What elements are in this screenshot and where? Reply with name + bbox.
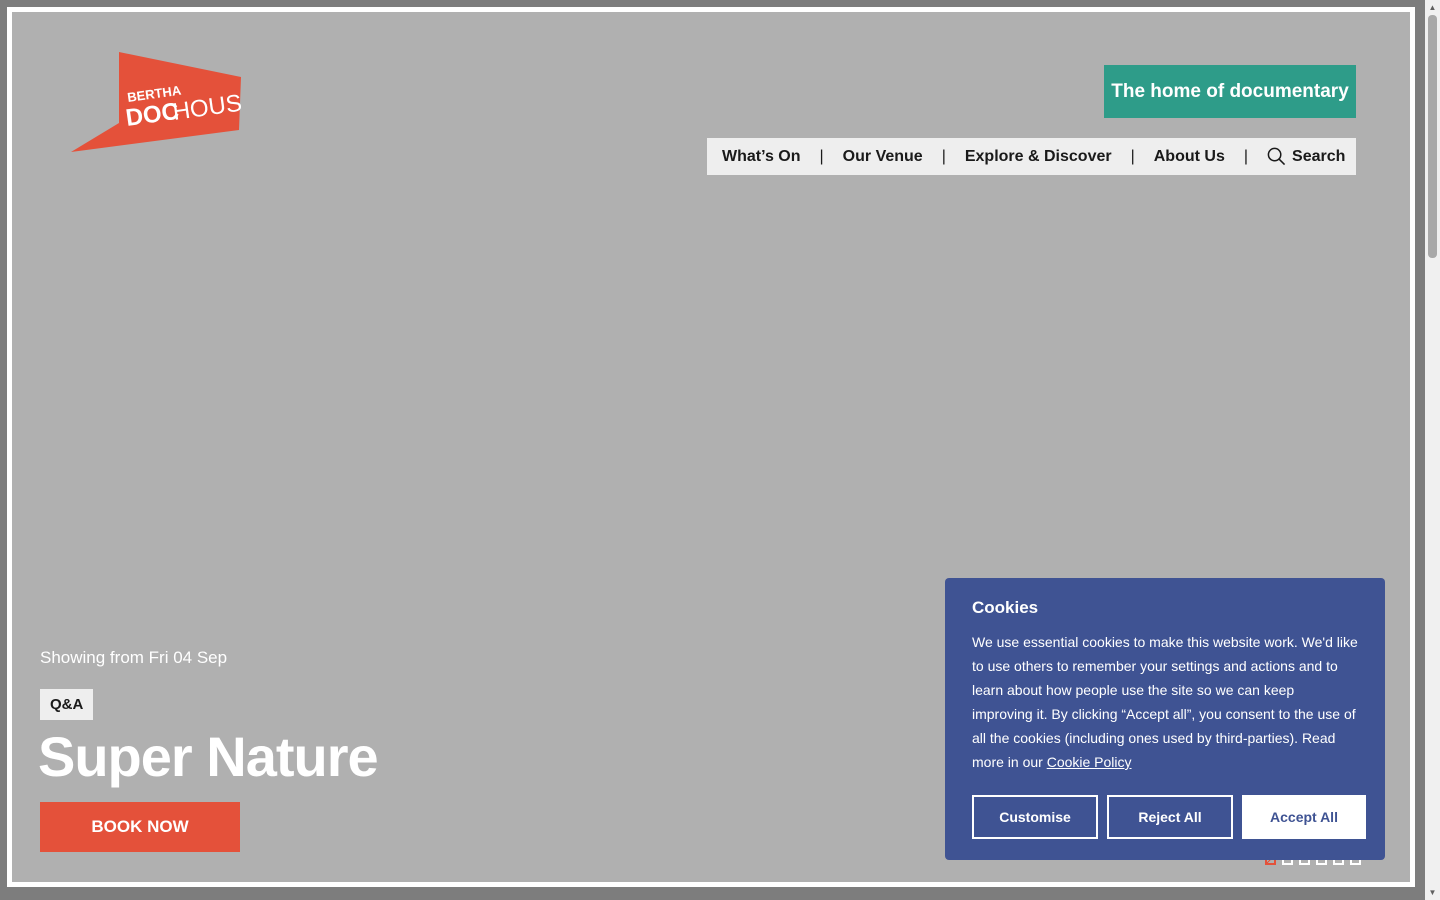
tagline-banner[interactable]: The home of documentary [1104, 65, 1356, 118]
reject-all-button[interactable]: Reject All [1107, 795, 1233, 839]
search-button[interactable]: Search [1267, 147, 1345, 166]
book-now-button[interactable]: BOOK NOW [40, 802, 240, 852]
nav-item-our-venue[interactable]: Our Venue [843, 148, 923, 166]
cookie-title: Cookies [972, 598, 1039, 617]
cookie-body: We use essential cookies to make this we… [972, 634, 1358, 770]
page-scrollbar[interactable]: ▲ ▼ [1425, 0, 1440, 900]
scroll-down-icon[interactable]: ▼ [1425, 885, 1440, 900]
event-badge: Q&A [40, 689, 94, 720]
search-icon [1267, 147, 1286, 166]
nav-separator: | [1130, 147, 1135, 165]
scrollbar-thumb[interactable] [1428, 15, 1437, 258]
cookie-banner: Cookies We use essential cookies to make… [945, 578, 1385, 860]
nav-separator: | [1243, 147, 1249, 165]
cookie-text: We use essential cookies to make this we… [972, 630, 1358, 774]
bertha-dochouse-logo[interactable]: BERTHA DOC HOUSE [71, 52, 241, 156]
search-label: Search [1292, 147, 1346, 165]
nav-separator: | [819, 147, 824, 165]
cookie-policy-link[interactable]: Cookie Policy [1047, 754, 1132, 770]
nav-item-whats-on[interactable]: What’s On [722, 148, 801, 166]
showing-date: Showing from Fri 04 Sep [40, 648, 228, 667]
accept-all-button[interactable]: Accept All [1242, 795, 1366, 839]
nav-item-about-us[interactable]: About Us [1154, 148, 1225, 166]
nav-separator: | [941, 147, 946, 165]
main-nav: What’s On | Our Venue | Explore & Discov… [707, 138, 1356, 175]
customise-button[interactable]: Customise [972, 795, 1098, 839]
film-title[interactable]: Super Nature [38, 724, 379, 789]
cookie-actions: Customise Reject All Accept All [972, 795, 1366, 839]
nav-item-explore-discover[interactable]: Explore & Discover [965, 148, 1112, 166]
scroll-up-icon[interactable]: ▲ [1425, 0, 1440, 15]
